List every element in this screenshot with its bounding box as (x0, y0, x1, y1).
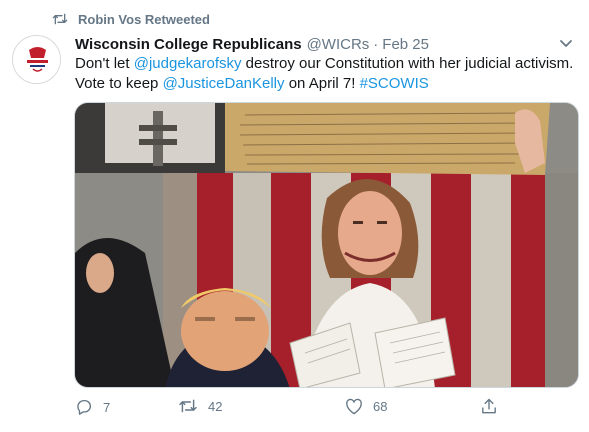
tweet-text-part: Don't let (75, 55, 134, 72)
reply-count: 7 (103, 399, 111, 415)
retweet-banner-text: Robin Vos Retweeted (78, 11, 210, 27)
share-icon (482, 398, 496, 414)
retweet-button[interactable]: 42 (178, 398, 222, 414)
retweet-count: 42 (208, 398, 223, 414)
heart-icon (346, 398, 362, 415)
mention-justicedankelly[interactable]: @JusticeDanKelly (163, 75, 285, 92)
tweet-text-part: on April 7! (284, 74, 360, 92)
avatar[interactable] (12, 35, 61, 84)
tweet-date[interactable]: Feb 25 (382, 36, 429, 53)
reply-icon (77, 399, 91, 415)
author-handle[interactable]: @WICRs (307, 36, 370, 53)
author-name[interactable]: Wisconsin College Republicans (75, 36, 302, 53)
like-button[interactable]: 68 (345, 398, 387, 415)
chevron-down-icon[interactable] (557, 35, 575, 53)
retweet-icon (179, 399, 197, 413)
tweet-image[interactable] (74, 102, 579, 388)
share-button[interactable] (481, 398, 497, 415)
tweet-text: Don't let @judgekarofsky destroy our Con… (75, 54, 580, 93)
tweet-actions: 7 42 68 (75, 398, 505, 420)
retweet-banner[interactable]: Robin Vos Retweeted (52, 10, 210, 28)
tweet-header: Wisconsin College Republicans @WICRs · F… (75, 34, 575, 54)
reply-button[interactable]: 7 (75, 398, 110, 416)
mention-judgekarofsky[interactable]: @judgekarofsky (134, 55, 242, 72)
retweet-icon (52, 12, 68, 26)
hashtag-scowis[interactable]: #SCOWIS (360, 75, 429, 92)
separator-dot: · (373, 35, 379, 53)
like-count: 68 (373, 399, 388, 414)
